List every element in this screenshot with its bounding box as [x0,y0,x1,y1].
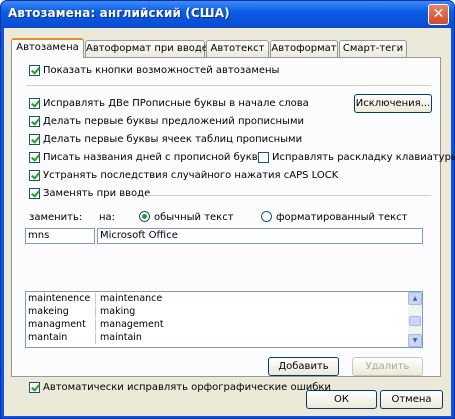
ok-button[interactable]: ОК [306,390,377,409]
tab-autoformat[interactable]: Автоформат [270,40,338,57]
auto-spelling-label: Автоматически исправлять орфографические… [43,382,331,393]
replace-typing-label: Заменять при вводе [43,188,151,199]
caps-lock-checkbox[interactable] [29,170,40,181]
scroll-up-icon[interactable]: ▲ [408,292,422,305]
sentence-caps-label: Делать первые буквы предложений прописны… [43,116,304,127]
plain-text-label: обычный текст [154,212,234,223]
with-label: на: [99,212,116,223]
close-icon[interactable]: ✕ [428,4,449,25]
entry-to: making [100,306,136,317]
add-button[interactable]: Добавить [268,357,339,376]
entry-from: managment [28,319,86,330]
delete-button[interactable]: Удалить [352,357,423,376]
plain-text-radio[interactable] [139,211,150,222]
cell-caps-label: Делать первые буквы ячеек таблиц прописн… [43,134,303,145]
auto-spelling-checkbox[interactable] [29,382,40,393]
two-caps-label: Исправлять ДВе ПРописные буквы в начале … [43,98,309,109]
replace-input[interactable]: mns [25,228,95,244]
column-divider [95,332,96,344]
column-divider [95,306,96,318]
tab-smart-tags[interactable]: Смарт-теги [339,40,407,57]
day-names-checkbox[interactable] [29,152,40,163]
caps-lock-label: Устранять последствия случайного нажатия… [43,170,339,181]
entry-to: maintenance [100,293,163,304]
scroll-down-icon[interactable]: ▼ [408,334,422,347]
tab-autoformat-as-you-type[interactable]: Автоформат при вводе [85,40,208,57]
entry-from: makeing [28,306,69,317]
dialog-body: Автозамена Автоформат при вводе Автотекс… [4,28,455,416]
list-item[interactable]: makeing making [26,306,409,318]
two-caps-checkbox[interactable] [29,98,40,109]
autocorrect-dialog: Автозамена: английский (США) ✕ Автозамен… [0,0,455,419]
keyboard-layout-label: Исправлять раскладку клавиатуры [272,152,455,163]
cell-caps-checkbox[interactable] [29,134,40,145]
show-buttons-checkbox[interactable] [29,65,40,76]
cancel-button[interactable]: Отмена [380,390,443,409]
entry-from: mantain [28,332,68,343]
entry-from: maintenence [28,293,91,304]
sentence-caps-checkbox[interactable] [29,116,40,127]
title-bar[interactable]: Автозамена: английский (США) ✕ [1,1,454,28]
autocorrect-panel: Показать кнопки возможностей автозамены … [11,57,455,393]
separator [26,85,431,86]
entry-to: management [100,319,164,330]
list-item[interactable]: managment management [26,319,409,331]
tab-autotext[interactable]: Автотекст [206,40,269,57]
separator [147,195,431,196]
list-scrollbar[interactable]: ▲ ▼ [408,292,422,347]
replacement-list[interactable]: maintenence maintenance makeing making m… [25,291,423,348]
with-input[interactable]: Microsoft Office [97,228,423,244]
exceptions-button[interactable]: Исключения... [354,94,432,113]
keyboard-layout-checkbox[interactable] [258,152,269,163]
show-buttons-label: Показать кнопки возможностей автозамены [43,65,280,76]
replace-typing-checkbox[interactable] [29,188,40,199]
column-divider [95,293,96,305]
entry-to: maintain [100,332,142,343]
list-item[interactable]: maintenence maintenance [26,293,409,305]
day-names-label: Писать названия дней с прописной буквы [43,152,266,163]
formatted-text-radio[interactable] [261,211,272,222]
scroll-thumb[interactable] [409,316,421,326]
window-title: Автозамена: английский (США) [8,6,230,20]
formatted-text-label: форматированный текст [276,212,408,223]
replace-label: заменить: [29,212,83,223]
list-item[interactable]: mantain maintain [26,332,409,344]
column-divider [95,319,96,331]
tab-autocorrect[interactable]: Автозамена [11,38,84,58]
